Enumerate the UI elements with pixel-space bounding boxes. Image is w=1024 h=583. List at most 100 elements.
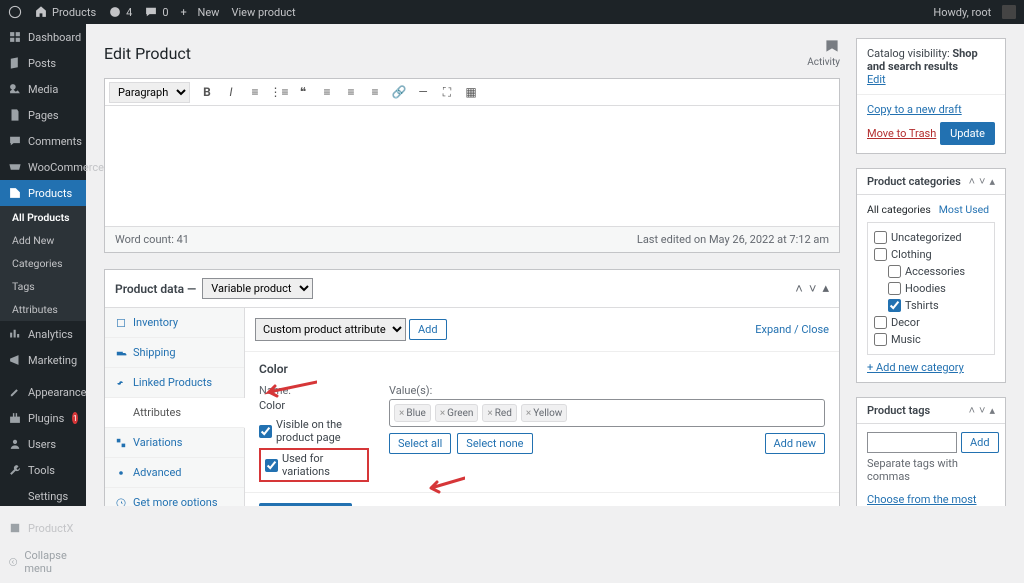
link-button[interactable]: 🔗 xyxy=(388,81,410,103)
used-checkbox-row[interactable]: Used for variations xyxy=(265,452,363,478)
more-button[interactable]: — xyxy=(412,81,434,103)
select-none-button[interactable]: Select none xyxy=(457,433,532,454)
tab-variations[interactable]: Variations xyxy=(105,428,244,458)
howdy-link[interactable]: Howdy, root xyxy=(933,5,1016,19)
panel-up-icon[interactable]: ˄ xyxy=(969,175,975,188)
ol-button[interactable]: ⋮≡ xyxy=(268,81,290,103)
edit-visibility-link[interactable]: Edit xyxy=(867,73,886,86)
format-select[interactable]: Paragraph xyxy=(109,82,190,103)
menu-dashboard[interactable]: Dashboard xyxy=(0,24,86,50)
tag-yellow[interactable]: ×Yellow xyxy=(521,404,567,422)
panel-toggle-icon[interactable]: ▴ xyxy=(989,175,995,188)
cat-music[interactable]: Music xyxy=(874,331,988,348)
add-tag-button[interactable]: Add xyxy=(961,432,999,453)
menu-products[interactable]: Products xyxy=(0,180,86,206)
quote-button[interactable]: ❝ xyxy=(292,81,314,103)
menu-media[interactable]: Media xyxy=(0,76,86,102)
product-type-select[interactable]: Variable product xyxy=(202,278,313,299)
bold-button[interactable]: B xyxy=(196,81,218,103)
panel-toggle-icon[interactable]: ▴ xyxy=(989,404,995,417)
used-checkbox[interactable] xyxy=(265,459,278,472)
cat-tshirts[interactable]: Tshirts xyxy=(874,297,988,314)
tab-inventory[interactable]: Inventory xyxy=(105,308,244,338)
new-link[interactable]: + New xyxy=(181,6,220,19)
add-attribute-button[interactable]: Add xyxy=(409,319,447,340)
attribute-type-select[interactable]: Custom product attribute xyxy=(255,318,406,341)
panel-up-icon[interactable]: ˄ xyxy=(795,281,803,297)
panel-down-icon[interactable]: ˅ xyxy=(979,404,985,417)
remove-icon[interactable]: × xyxy=(487,408,492,419)
tag-blue[interactable]: ×Blue xyxy=(394,404,431,422)
categories-panel: Product categories˄˅▴ All categories Mos… xyxy=(856,168,1006,383)
move-trash-link[interactable]: Move to Trash xyxy=(867,127,936,140)
wp-logo[interactable] xyxy=(8,5,22,19)
cat-tab-most[interactable]: Most Used xyxy=(939,203,989,216)
tab-linked[interactable]: Linked Products xyxy=(105,368,244,398)
menu-posts[interactable]: Posts xyxy=(0,50,86,76)
cat-decor[interactable]: Decor xyxy=(874,314,988,331)
submenu-attributes[interactable]: Attributes xyxy=(0,298,86,321)
align-left-button[interactable]: ≡ xyxy=(316,81,338,103)
menu-woocommerce[interactable]: WooCommerce xyxy=(0,154,86,180)
panel-toggle-icon[interactable]: ▴ xyxy=(822,281,829,297)
view-product-link[interactable]: View product xyxy=(231,6,295,19)
remove-icon[interactable]: × xyxy=(440,408,445,419)
tag-red[interactable]: ×Red xyxy=(482,404,516,422)
tags-title: Product tags xyxy=(867,404,930,417)
align-right-button[interactable]: ≡ xyxy=(364,81,386,103)
updates-link[interactable]: 4 xyxy=(108,5,132,19)
align-center-button[interactable]: ≡ xyxy=(340,81,362,103)
editor-body[interactable] xyxy=(105,106,839,226)
fullscreen-button[interactable]: ⛶ xyxy=(436,81,458,103)
tab-attributes[interactable]: Attributes xyxy=(105,398,245,428)
menu-comments[interactable]: Comments xyxy=(0,128,86,154)
ul-button[interactable]: ≡ xyxy=(244,81,266,103)
update-button[interactable]: Update xyxy=(940,122,995,145)
menu-tools[interactable]: Tools xyxy=(0,457,86,483)
italic-button[interactable]: I xyxy=(220,81,242,103)
menu-users[interactable]: Users xyxy=(0,431,86,457)
copy-draft-link[interactable]: Copy to a new draft xyxy=(867,103,962,116)
submenu-add-new[interactable]: Add New xyxy=(0,229,86,252)
toolbar-toggle-button[interactable]: ▦ xyxy=(460,81,482,103)
remove-icon[interactable]: × xyxy=(526,408,531,419)
cat-tab-all[interactable]: All categories xyxy=(867,203,931,216)
cat-hoodies[interactable]: Hoodies xyxy=(874,280,988,297)
remove-icon[interactable]: × xyxy=(399,408,404,419)
collapse-menu[interactable]: Collapse menu xyxy=(0,541,86,583)
submenu-all-products[interactable]: All Products xyxy=(0,206,86,229)
panel-down-icon[interactable]: ˅ xyxy=(809,281,817,297)
menu-settings[interactable]: Settings xyxy=(0,483,86,509)
tag-green[interactable]: ×Green xyxy=(435,404,479,422)
add-category-link[interactable]: + Add new category xyxy=(867,361,964,374)
select-all-button[interactable]: Select all xyxy=(389,433,451,454)
tab-advanced[interactable]: Advanced xyxy=(105,458,244,488)
choose-tags-link[interactable]: Choose from the most used tags xyxy=(867,493,977,506)
menu-marketing[interactable]: Marketing xyxy=(0,347,86,373)
panel-up-icon[interactable]: ˄ xyxy=(969,404,975,417)
submenu-tags[interactable]: Tags xyxy=(0,275,86,298)
site-link[interactable]: Products xyxy=(34,5,96,19)
panel-down-icon[interactable]: ˅ xyxy=(979,175,985,188)
tab-shipping[interactable]: Shipping xyxy=(105,338,244,368)
visible-checkbox[interactable] xyxy=(259,425,272,438)
add-new-value-button[interactable]: Add new xyxy=(765,433,826,454)
comments-link[interactable]: 0 xyxy=(144,5,168,19)
menu-appearance[interactable]: Appearance xyxy=(0,379,86,405)
expand-close-link[interactable]: Expand / Close xyxy=(755,323,829,336)
menu-productx[interactable]: ProductX xyxy=(0,515,86,541)
tags-input[interactable] xyxy=(867,432,957,453)
product-data-title: Product data — xyxy=(115,282,196,296)
tab-more[interactable]: Get more options xyxy=(105,488,244,506)
cat-uncategorized[interactable]: Uncategorized xyxy=(874,229,988,246)
menu-pages[interactable]: Pages xyxy=(0,102,86,128)
submenu-categories[interactable]: Categories xyxy=(0,252,86,275)
menu-plugins[interactable]: Plugins1 xyxy=(0,405,86,431)
values-input[interactable]: ×Blue ×Green ×Red ×Yellow xyxy=(389,399,825,427)
visible-checkbox-row[interactable]: Visible on the product page xyxy=(259,418,369,444)
tags-panel: Product tags˄˅▴ Add Separate tags with c… xyxy=(856,397,1006,506)
cat-clothing[interactable]: Clothing xyxy=(874,246,988,263)
activity-link[interactable]: Activity xyxy=(807,38,840,68)
cat-accessories[interactable]: Accessories xyxy=(874,263,988,280)
menu-analytics[interactable]: Analytics xyxy=(0,321,86,347)
